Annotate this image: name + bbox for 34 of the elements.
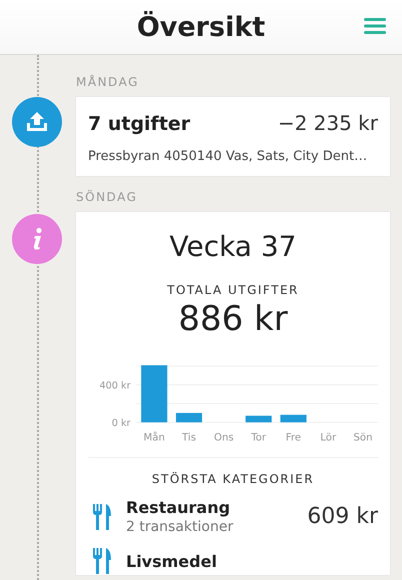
total-label: TOTALA UTGIFTER bbox=[167, 283, 299, 297]
day-label: SÖNDAG bbox=[76, 190, 138, 204]
expense-count: 7 utgifter bbox=[88, 113, 190, 135]
axis-label: Lör bbox=[320, 432, 336, 444]
total-amount: 886 kr bbox=[178, 299, 288, 339]
category-name: Restaurang bbox=[126, 498, 232, 517]
bar bbox=[176, 412, 202, 422]
axis-label: Mån bbox=[144, 432, 165, 444]
expense-amount: −2 235 kr bbox=[278, 111, 378, 135]
transaction-count: 2 transaktioner bbox=[126, 519, 234, 535]
upload-icon bbox=[12, 97, 62, 147]
axis-label: 400 kr bbox=[99, 380, 131, 392]
info-icon bbox=[12, 214, 62, 264]
bar bbox=[280, 414, 306, 422]
axis-label: Ons bbox=[214, 432, 234, 444]
cutlery-icon bbox=[92, 502, 112, 530]
category-amount: 609 kr bbox=[307, 504, 378, 529]
axis-label: Sön bbox=[354, 432, 373, 444]
expense-description: Pressbyran 4050140 Vas, Sats, City Dent… bbox=[88, 149, 368, 164]
day-label: MÅNDAG bbox=[76, 75, 140, 89]
axis-label: Tis bbox=[182, 432, 196, 444]
bar bbox=[141, 365, 168, 422]
menu-button[interactable] bbox=[364, 18, 386, 34]
page-title: Översikt bbox=[136, 12, 266, 42]
menu-icon bbox=[364, 18, 386, 34]
week-title: Vecka 37 bbox=[169, 230, 296, 263]
bar bbox=[246, 416, 272, 422]
cutlery-icon bbox=[92, 547, 112, 575]
section-heading: STÖRSTA KATEGORIER bbox=[152, 472, 314, 486]
category-name: Livsmedel bbox=[126, 552, 218, 570]
axis-label: Tor bbox=[251, 432, 266, 444]
axis-label: 0 kr bbox=[112, 418, 131, 430]
axis-label: Fre bbox=[286, 432, 302, 444]
expense-card[interactable]: 7 utgifter −2 235 kr Pressbyran 4050140 Vas, Sats, City Dent… bbox=[76, 97, 390, 176]
